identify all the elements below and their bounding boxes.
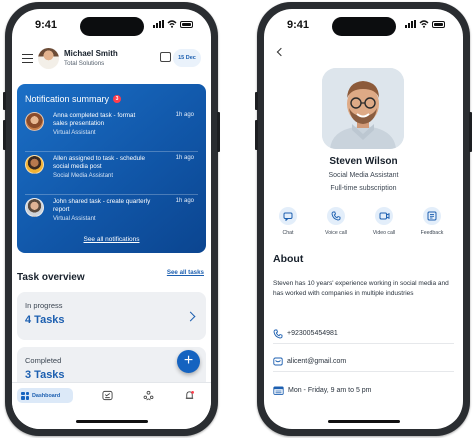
contact-email-row[interactable]: alicent@gmail.com	[273, 352, 454, 372]
notification-item[interactable]: John shared task - create quarterly repo…	[25, 198, 198, 238]
back-icon[interactable]	[276, 47, 286, 57]
contact-hours-row: Mon - Friday, 9 am to 5 pm	[273, 380, 454, 400]
notification-time: 1h ago	[175, 112, 194, 118]
notification-count-badge: 3	[113, 95, 122, 103]
tasks-icon[interactable]	[102, 390, 113, 401]
top-header: Michael Smith Total Solutions 15 Dec	[22, 46, 201, 72]
notification-title: Notification summary 3	[25, 94, 198, 104]
home-indicator	[75, 420, 148, 423]
avatar	[25, 198, 44, 217]
right-phone: 9:41 Steven Wilson Social Media Assistan…	[255, 2, 472, 436]
notification-role: Social Media Assistant	[53, 173, 114, 179]
tab-dashboard[interactable]: Dashboard	[17, 388, 73, 403]
notification-text: Allen assigned to task - schedule social…	[53, 155, 146, 170]
feedback-button[interactable]: Feedback	[412, 207, 452, 236]
signal-icon	[153, 20, 164, 28]
chat-icon	[283, 212, 293, 221]
dashboard-icon	[21, 391, 29, 400]
notification-time: 1h ago	[175, 155, 194, 161]
notification-item[interactable]: Anna completed task - format sales prese…	[25, 112, 198, 152]
dashboard-screen: 9:41 Michael Smith Total Solutions 15 De…	[12, 9, 211, 429]
action-label: Voice call	[325, 230, 347, 236]
action-label: Feedback	[420, 230, 444, 236]
feedback-icon	[427, 211, 437, 221]
notification-title-text: Notification summary	[25, 94, 110, 104]
profile-subscription: Full-time subscription	[330, 185, 397, 192]
bell-icon[interactable]	[184, 390, 195, 401]
mail-icon	[273, 357, 283, 366]
notification-summary-card: Notification summary 3 Anna completed ta…	[17, 84, 206, 253]
contact-phone: +923005454981	[287, 330, 338, 337]
profile-name: Steven Wilson	[329, 156, 398, 167]
add-button[interactable]: +	[177, 350, 200, 373]
voice-call-button[interactable]: Voice call	[316, 207, 356, 236]
phone-icon	[273, 329, 283, 338]
battery-icon	[432, 20, 445, 28]
card-label: Completed	[25, 356, 62, 365]
action-label: Video call	[372, 230, 396, 236]
tab-dashboard-label: Dashboard	[32, 392, 61, 399]
contact-hours: Mon - Friday, 9 am to 5 pm	[288, 386, 372, 394]
card-label: In progress	[25, 301, 63, 310]
date-badge[interactable]: 15 Dec	[173, 49, 201, 67]
profile-screen: 9:41 Steven Wilson Social Media Assistan…	[264, 9, 463, 429]
team-icon[interactable]	[143, 390, 154, 401]
action-label: Chat	[282, 230, 294, 236]
status-icons	[405, 20, 445, 28]
about-title: About	[273, 253, 304, 265]
status-time: 9:41	[287, 19, 310, 31]
contact-email: alicent@gmail.com	[287, 358, 347, 365]
profile-role: Social Media Assistant	[328, 172, 399, 179]
notification-time: 1h ago	[175, 198, 194, 204]
battery-icon	[180, 20, 193, 28]
task-overview-title: Task overview	[17, 272, 85, 283]
see-all-tasks-link[interactable]: See all tasks	[167, 269, 204, 276]
notification-role: Virtual Assistant	[53, 216, 96, 222]
wifi-icon	[419, 20, 429, 28]
calendar-icon	[273, 386, 284, 395]
status-time: 9:41	[35, 19, 58, 31]
notification-text: Anna completed task - format sales prese…	[53, 112, 136, 127]
card-value: 4 Tasks	[25, 314, 65, 326]
left-phone: 9:41 Michael Smith Total Solutions 15 De…	[3, 2, 220, 436]
wifi-icon	[167, 20, 177, 28]
profile-photo	[322, 68, 404, 149]
dynamic-island	[331, 17, 396, 36]
notification-role: Virtual Assistant	[53, 130, 96, 136]
signal-icon	[405, 20, 416, 28]
avatar	[25, 112, 44, 131]
home-indicator	[327, 420, 400, 423]
in-progress-card[interactable]: In progress 4 Tasks	[17, 292, 206, 340]
video-icon	[379, 212, 389, 220]
chat-icon[interactable]	[160, 52, 171, 62]
see-all-notifications-link[interactable]: See all notifications	[17, 236, 206, 243]
notification-item[interactable]: Allen assigned to task - schedule social…	[25, 155, 198, 195]
avatar[interactable]	[38, 48, 59, 69]
divider	[25, 151, 198, 152]
notification-text: John shared task - create quarterly repo…	[53, 198, 151, 213]
menu-icon[interactable]	[22, 54, 33, 65]
video-call-button[interactable]: Video call	[364, 207, 404, 236]
task-overview-header: Task overview See all tasks	[17, 267, 206, 283]
card-value: 3 Tasks	[25, 369, 65, 381]
contact-phone-row[interactable]: +923005454981	[273, 324, 454, 344]
divider	[25, 194, 198, 195]
phone-icon	[331, 211, 341, 221]
chat-button[interactable]: Chat	[268, 207, 308, 236]
avatar	[25, 155, 44, 174]
company-name: Total Solutions	[64, 60, 105, 67]
status-icons	[153, 20, 193, 28]
about-text: Steven has 10 years' experience working …	[273, 280, 449, 297]
dynamic-island	[79, 17, 144, 36]
user-name: Michael Smith	[64, 49, 118, 58]
